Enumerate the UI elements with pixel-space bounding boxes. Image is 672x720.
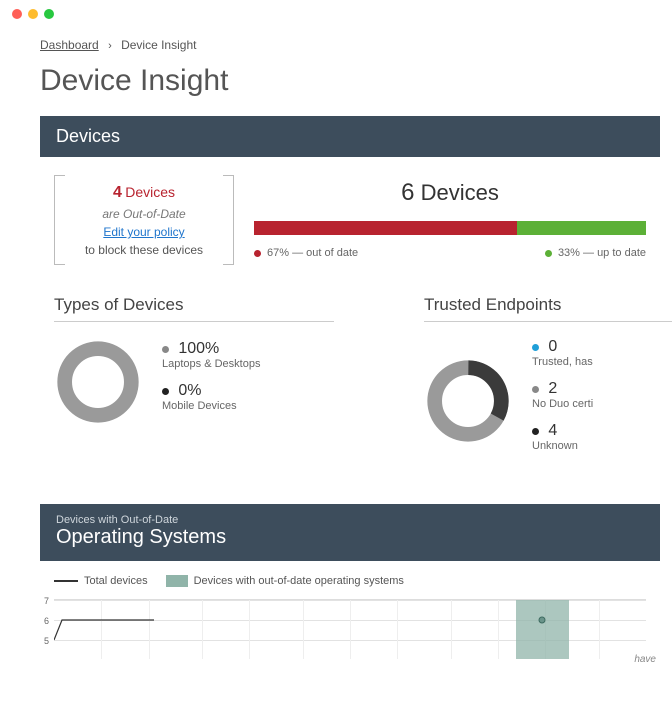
os-header-small: Devices with Out-of-Date [56, 514, 644, 526]
chevron-right-icon: › [108, 40, 112, 52]
devices-total-word: Devices [421, 180, 499, 205]
out-of-date-subtitle: are Out-of-Date [72, 205, 216, 223]
chart-footnote: have [634, 654, 656, 665]
types-entry-mobile: 0% Mobile Devices [162, 382, 260, 412]
types-entry-laptops: 100% Laptops & Desktops [162, 340, 260, 370]
types-title: Types of Devices [54, 295, 334, 322]
ytick-6: 6 [44, 616, 49, 626]
highlight-bar [516, 600, 569, 659]
dot-black-icon [532, 428, 539, 435]
out-of-date-callout: 4 Devices are Out-of-Date Edit your poli… [54, 175, 234, 265]
edit-policy-link[interactable]: Edit your policy [103, 225, 184, 239]
types-of-devices-panel: Types of Devices 100% Laptops & Desktops [54, 295, 334, 464]
legend-total-devices: Total devices [54, 575, 148, 587]
devices-total-count: 6 [401, 179, 414, 206]
trusted-endpoints-panel: Trusted Endpoints 0 Trusted, has [424, 295, 672, 464]
devices-section-header: Devices [40, 116, 660, 157]
trusted-entry-0: 0 Trusted, has [532, 338, 593, 368]
os-mini-chart: 7 6 5 have [54, 599, 646, 659]
bar-up-to-date [517, 221, 646, 235]
maximize-icon[interactable] [44, 9, 54, 19]
box-key-icon [166, 575, 188, 587]
devices-status-bar [254, 221, 646, 235]
dot-green-icon [545, 250, 552, 257]
bar-legend-out: 67% — out of date [254, 247, 358, 259]
breadcrumb-root-link[interactable]: Dashboard [40, 38, 99, 52]
dot-gray-icon [162, 346, 169, 353]
trusted-entry-2: 4 Unknown [532, 422, 593, 452]
bar-out-of-date [254, 221, 517, 235]
devices-bar-area: 6 Devices 67% — out of date 33% — up to … [254, 175, 646, 259]
trusted-entry-1: 2 No Duo certi [532, 380, 593, 410]
dot-black-icon [162, 388, 169, 395]
out-of-date-count: 4 [113, 184, 122, 201]
dot-red-icon [254, 250, 261, 257]
ytick-7: 7 [44, 596, 49, 606]
breadcrumb: Dashboard › Device Insight [40, 38, 660, 52]
dot-gray-icon [532, 386, 539, 393]
trusted-donut-chart [424, 357, 512, 445]
minimize-icon[interactable] [28, 9, 38, 19]
close-icon[interactable] [12, 9, 22, 19]
ytick-5: 5 [44, 636, 49, 646]
devices-total-title: 6 Devices [254, 179, 646, 207]
bar-legend-up: 33% — up to date [545, 247, 646, 259]
os-section-header: Devices with Out-of-Date Operating Syste… [40, 504, 660, 561]
breadcrumb-current: Device Insight [121, 38, 196, 52]
dot-blue-icon [532, 344, 539, 351]
devices-section-body: 4 Devices are Out-of-Date Edit your poli… [40, 157, 660, 486]
out-of-date-devices-word: Devices [125, 184, 175, 200]
trusted-title: Trusted Endpoints [424, 295, 672, 322]
os-header-big: Operating Systems [56, 526, 644, 549]
page-title: Device Insight [40, 64, 660, 98]
data-point-marker [537, 615, 547, 625]
legend-ood-devices: Devices with out-of-date operating syste… [166, 575, 404, 587]
total-devices-line [54, 600, 154, 660]
window-titlebar [0, 0, 672, 28]
os-chart-legend: Total devices Devices with out-of-date o… [54, 575, 646, 587]
os-section-body: Total devices Devices with out-of-date o… [40, 561, 660, 663]
policy-subtext: to block these devices [72, 241, 216, 259]
line-key-icon [54, 580, 78, 582]
types-donut-chart [54, 338, 142, 426]
